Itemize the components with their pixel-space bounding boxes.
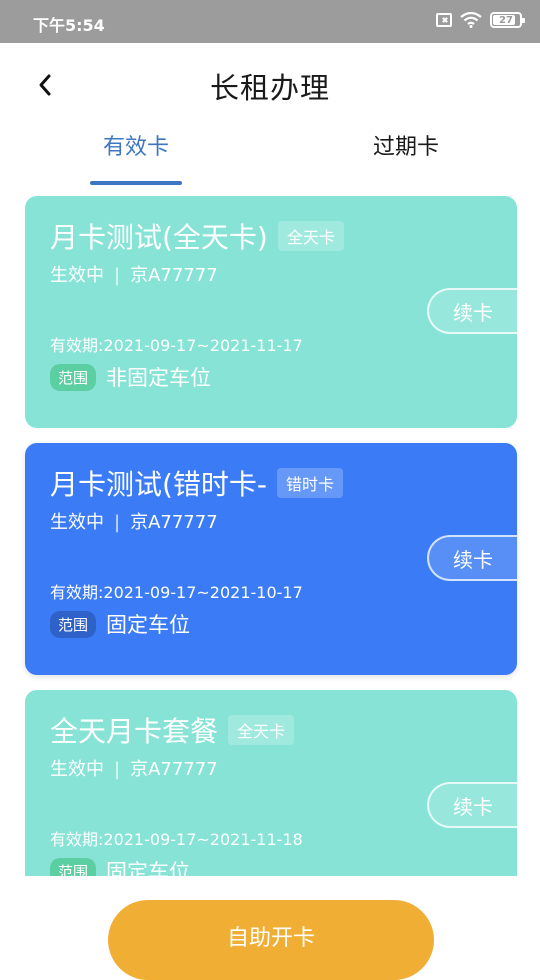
tab-valid-cards[interactable]: 有效卡 [90, 129, 182, 185]
scope-value: 非固定车位 [106, 366, 212, 390]
card-plate: 京A77777 [130, 512, 218, 533]
card-name: 月卡测试(错时卡- [50, 468, 268, 501]
divider: | [114, 759, 121, 780]
card-name: 月卡测试(全天卡) [50, 221, 268, 254]
status-time: 下午5:54 [33, 16, 105, 35]
card-item[interactable]: 月卡测试(错时卡- 错时卡 生效中 | 京A77777 有效期:2021-09-17~… [25, 443, 517, 675]
renew-button[interactable]: 续卡 [427, 288, 517, 334]
bottom-bar: 自助开卡 [0, 876, 540, 980]
card-type-tag: 全天卡 [277, 221, 344, 251]
card-status: 生效中 [50, 512, 104, 533]
status-bar: 下午5:54 27 [0, 0, 540, 43]
card-type-tag: 错时卡 [277, 468, 344, 498]
renew-button[interactable]: 续卡 [427, 782, 517, 828]
card-validity: 有效期:2021-09-17~2021-11-18 [50, 830, 303, 849]
card-plate: 京A77777 [130, 265, 218, 286]
sim-off-icon [436, 13, 452, 27]
battery-level: 27 [499, 14, 513, 26]
card-item[interactable]: 全天月卡套餐 全天卡 生效中 | 京A77777 有效期:2021-09-17~202… [25, 690, 517, 876]
tab-expired-cards[interactable]: 过期卡 [366, 129, 446, 161]
scope-value: 固定车位 [106, 613, 191, 637]
battery-icon: 27 [490, 12, 525, 28]
status-icons: 27 [436, 12, 525, 28]
card-type-tag: 全天卡 [228, 715, 295, 745]
card-validity: 有效期:2021-09-17~2021-10-17 [50, 583, 303, 602]
page-title: 长租办理 [209, 71, 330, 105]
scope-tag: 范围 [50, 363, 97, 391]
card-name: 全天月卡套餐 [50, 715, 219, 748]
card-validity: 有效期:2021-09-17~2021-11-17 [50, 336, 303, 355]
card-list[interactable]: 月卡测试(全天卡) 全天卡 生效中 | 京A77777 有效期:2021-09-17~… [0, 196, 540, 876]
card-plate: 京A77777 [130, 759, 218, 780]
header: 长租办理 [0, 43, 540, 123]
card-status: 生效中 [50, 759, 104, 780]
scope-tag: 范围 [50, 610, 97, 638]
renew-button[interactable]: 续卡 [427, 535, 517, 581]
divider: | [114, 512, 121, 533]
self-service-open-card-button[interactable]: 自助开卡 [108, 900, 434, 980]
card-item[interactable]: 月卡测试(全天卡) 全天卡 生效中 | 京A77777 有效期:2021-09-17~… [25, 196, 517, 428]
tab-bar: 有效卡 过期卡 [0, 123, 540, 185]
scope-tag: 范围 [50, 857, 97, 876]
scope-value: 固定车位 [106, 860, 191, 876]
wifi-icon [460, 12, 482, 28]
divider: | [114, 265, 121, 286]
card-status: 生效中 [50, 265, 104, 286]
